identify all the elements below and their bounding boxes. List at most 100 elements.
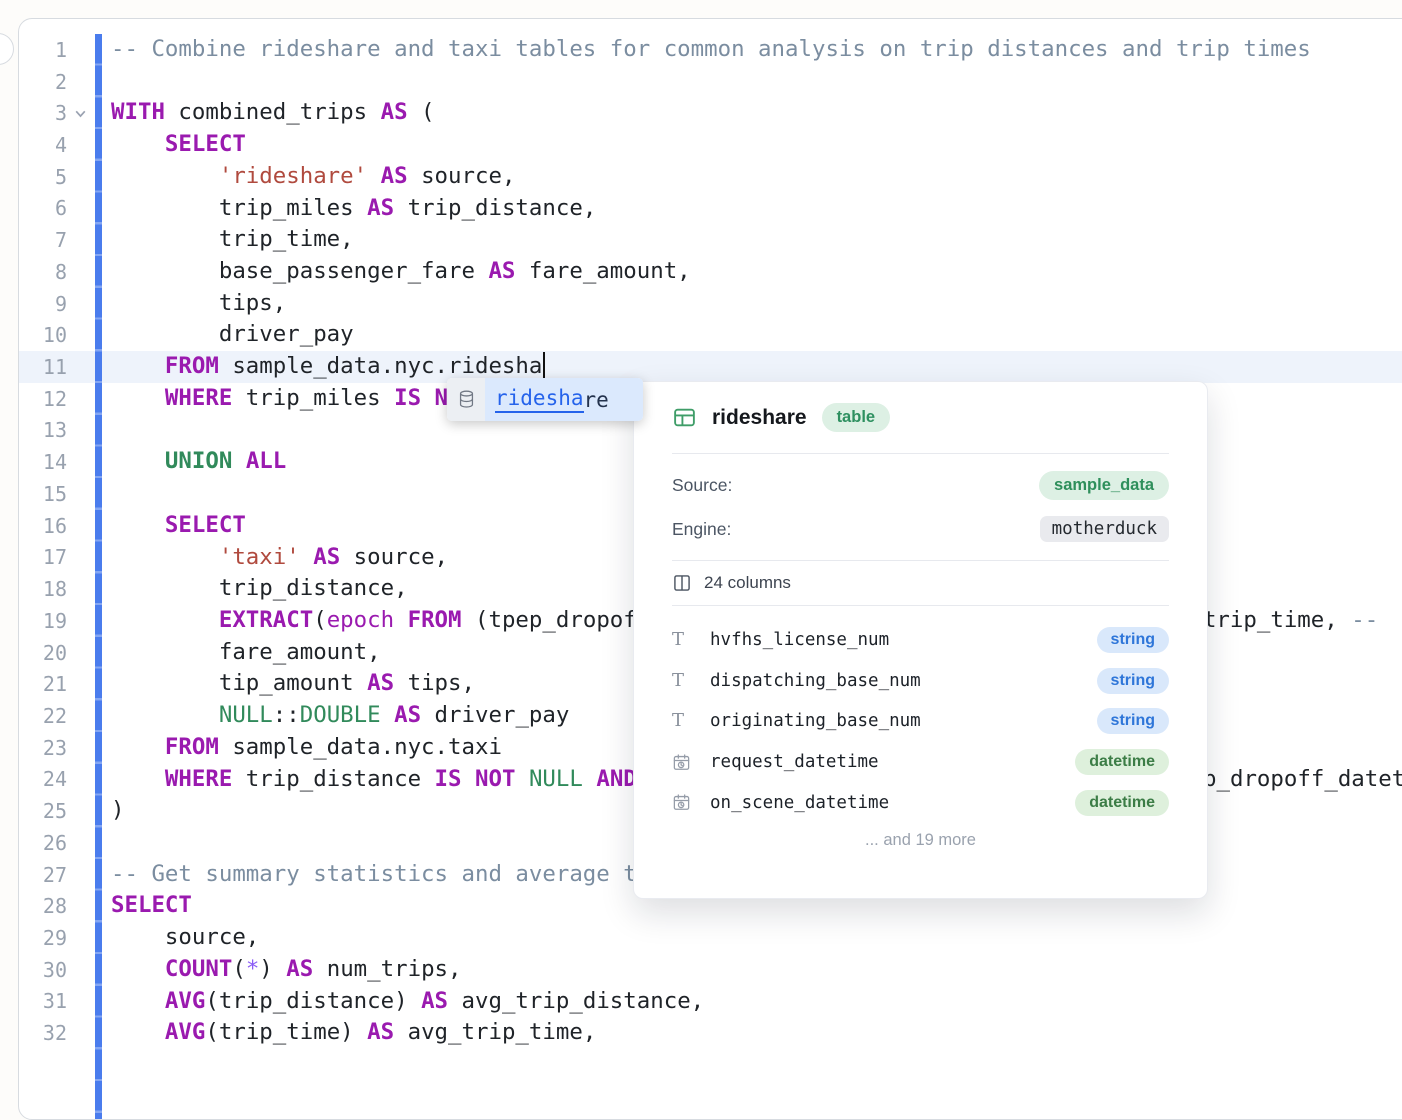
autocomplete-item-rideshare[interactable]: rideshare <box>485 378 643 421</box>
code-text: FROM sample_data.nyc.ridesha <box>93 351 1402 383</box>
line-number: 27 <box>19 863 67 887</box>
engine-badge: motherduck <box>1040 516 1169 542</box>
source-label: Source: <box>672 475 732 496</box>
code-line[interactable]: 4 SELECT <box>19 129 1402 161</box>
line-number: 31 <box>19 989 67 1013</box>
line-number: 14 <box>19 450 67 474</box>
code-line[interactable]: 7 trip_time, <box>19 224 1402 256</box>
column-name: originating_base_num <box>710 711 921 731</box>
line-number: 20 <box>19 641 67 665</box>
column-row: Tdispatching_base_num string <box>672 661 1169 702</box>
autocomplete-popup: rideshare <box>447 378 643 421</box>
code-text: base_passenger_fare AS fare_amount, <box>93 256 1402 288</box>
fold-chevron-icon[interactable] <box>67 106 93 121</box>
line-number: 11 <box>19 355 67 379</box>
code-text: tips, <box>93 288 1402 320</box>
source-row: Source: sample_data <box>672 466 1169 504</box>
code-line[interactable]: 29 source, <box>19 922 1402 954</box>
line-number: 28 <box>19 894 67 918</box>
source-badge: sample_data <box>1039 471 1169 500</box>
column-row: Thvfhs_license_numstring <box>672 620 1169 661</box>
column-type-badge: string <box>1097 627 1169 653</box>
line-number: 30 <box>19 958 67 982</box>
table-icon <box>672 405 697 430</box>
code-line[interactable]: 11 FROM sample_data.nyc.ridesha <box>19 351 1402 383</box>
autocomplete-match-text: ridesha <box>495 386 584 413</box>
code-line[interactable]: 30 COUNT(*) AS num_trips, <box>19 954 1402 986</box>
column-name: on_scene_datetime <box>710 793 889 813</box>
more-columns-text: ... and 19 more <box>672 831 1169 850</box>
columns-icon <box>672 573 692 593</box>
string-type-icon: T <box>672 631 698 649</box>
code-text: AVG(trip_distance) AS avg_trip_distance, <box>93 986 1402 1018</box>
line-number: 9 <box>19 292 67 316</box>
line-number: 24 <box>19 767 67 791</box>
column-list: Thvfhs_license_numstringTdispatching_bas… <box>672 606 1169 823</box>
code-text: driver_pay <box>93 319 1402 351</box>
line-number: 1 <box>19 38 67 62</box>
code-line[interactable]: 9 tips, <box>19 288 1402 320</box>
code-line[interactable]: 6 trip_miles AS trip_distance, <box>19 193 1402 225</box>
line-number: 19 <box>19 609 67 633</box>
code-line[interactable]: 32 AVG(trip_time) AS avg_trip_time, <box>19 1017 1402 1049</box>
autocomplete-rest-text: re <box>584 388 609 412</box>
text-cursor <box>543 352 545 381</box>
line-number: 26 <box>19 831 67 855</box>
line-number: 6 <box>19 196 67 220</box>
line-number: 4 <box>19 133 67 157</box>
line-number: 16 <box>19 514 67 538</box>
code-line[interactable]: 31 AVG(trip_distance) AS avg_trip_distan… <box>19 986 1402 1018</box>
datetime-type-icon <box>672 793 698 812</box>
code-text: -- Combine rideshare and taxi tables for… <box>93 34 1402 66</box>
column-name: dispatching_base_num <box>710 671 921 691</box>
database-icon <box>447 378 485 421</box>
code-line[interactable]: 3 WITH combined_trips AS ( <box>19 97 1402 129</box>
line-number: 3 <box>19 101 67 125</box>
table-kind-badge: table <box>822 403 891 432</box>
line-number: 7 <box>19 228 67 252</box>
engine-label: Engine: <box>672 519 731 540</box>
line-number: 22 <box>19 704 67 728</box>
code-text: trip_miles AS trip_distance, <box>93 193 1402 225</box>
line-number: 18 <box>19 577 67 601</box>
code-text: trip_time, <box>93 224 1402 256</box>
table-info-card: rideshare table Source: sample_data Engi… <box>633 381 1208 899</box>
column-type-badge: string <box>1097 708 1169 734</box>
column-type-badge: string <box>1097 668 1169 694</box>
code-line[interactable]: 2 <box>19 66 1402 98</box>
line-number: 23 <box>19 736 67 760</box>
table-card-header: rideshare table <box>672 382 1169 453</box>
code-line[interactable]: 10 driver_pay <box>19 319 1402 351</box>
line-number: 21 <box>19 672 67 696</box>
column-name: request_datetime <box>710 752 879 772</box>
line-number: 32 <box>19 1021 67 1045</box>
column-row: Toriginating_base_num string <box>672 701 1169 742</box>
line-number: 2 <box>19 70 67 94</box>
line-number: 29 <box>19 926 67 950</box>
code-text: 'rideshare' AS source, <box>93 161 1402 193</box>
columns-summary-text: 24 columns <box>704 573 791 593</box>
code-text: SELECT <box>93 129 1402 161</box>
code-line[interactable]: 1 -- Combine rideshare and taxi tables fo… <box>19 34 1402 66</box>
line-number: 8 <box>19 260 67 284</box>
code-line[interactable]: 8 base_passenger_fare AS fare_amount, <box>19 256 1402 288</box>
line-number: 12 <box>19 387 67 411</box>
datetime-type-icon <box>672 753 698 772</box>
line-number: 5 <box>19 165 67 189</box>
line-number: 17 <box>19 545 67 569</box>
column-type-badge: datetime <box>1075 790 1169 816</box>
code-text: source, <box>93 922 1402 954</box>
string-type-icon: T <box>672 712 698 730</box>
code-line[interactable]: 5 'rideshare' AS source, <box>19 161 1402 193</box>
line-number: 25 <box>19 799 67 823</box>
code-text: COUNT(*) AS num_trips, <box>93 954 1402 986</box>
code-text: AVG(trip_time) AS avg_trip_time, <box>93 1017 1402 1049</box>
column-row: on_scene_datetime datetime <box>672 782 1169 823</box>
code-text: WITH combined_trips AS ( <box>93 97 1402 129</box>
floating-button-partial[interactable] <box>0 33 14 65</box>
string-type-icon: T <box>672 672 698 690</box>
engine-row: Engine: motherduck <box>672 510 1169 548</box>
table-meta: Source: sample_data Engine: motherduck <box>672 454 1169 560</box>
line-number: 13 <box>19 418 67 442</box>
columns-summary: 24 columns <box>672 561 1169 605</box>
